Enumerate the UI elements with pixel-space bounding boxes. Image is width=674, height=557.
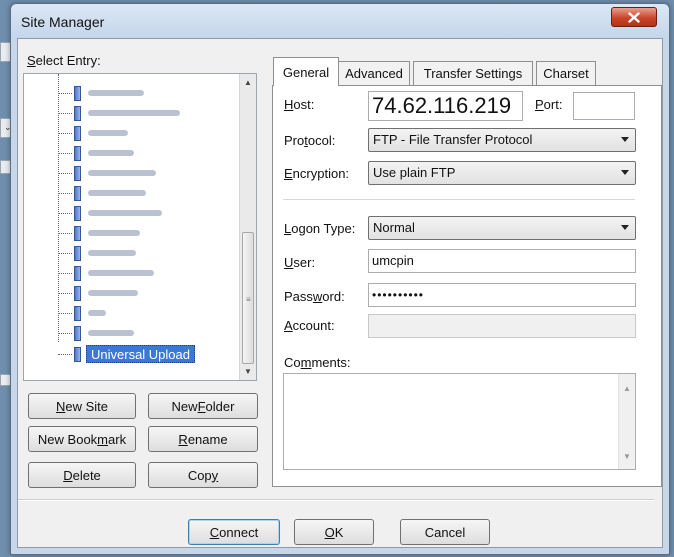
logon-type-select[interactable]: Normal [368, 216, 636, 240]
tree-item-label: Universal Upload [86, 345, 195, 363]
tab-general[interactable]: General [273, 57, 339, 86]
blurred-label [88, 230, 140, 236]
blurred-label [88, 190, 146, 196]
blurred-label [88, 150, 134, 156]
rename-button[interactable]: Rename [148, 426, 258, 452]
scroll-up-arrow-icon[interactable]: ▲ [240, 74, 256, 91]
tree-item[interactable] [52, 224, 222, 242]
encryption-select[interactable]: Use plain FTP [368, 161, 636, 185]
blurred-label [88, 110, 180, 116]
logon-type-label: Logon Type: [284, 221, 356, 236]
tree-item[interactable] [52, 304, 222, 322]
protocol-label: Protocol: [284, 133, 336, 148]
server-icon [74, 186, 81, 201]
server-icon [74, 266, 81, 281]
server-icon [74, 306, 81, 321]
tree-scrollbar[interactable]: ▲ ≡ ▼ [239, 74, 256, 380]
server-icon [74, 326, 81, 341]
scroll-down-arrow-icon[interactable]: ▼ [240, 363, 256, 380]
tab-transfer-settings[interactable]: Transfer Settings [413, 61, 533, 85]
blurred-label [88, 310, 106, 316]
copy-button[interactable]: Cop y [148, 462, 258, 488]
chevron-down-icon [621, 170, 629, 175]
delete-button[interactable]: Delete [28, 462, 136, 488]
new-site-button[interactable]: New Site [28, 393, 136, 419]
server-icon [74, 286, 81, 301]
blurred-label [88, 90, 144, 96]
bottom-separator [18, 499, 654, 501]
password-input[interactable]: •••••••••• [368, 283, 636, 307]
encryption-label: Encryption: [284, 166, 350, 181]
grip-icon: ≡ [246, 295, 251, 304]
tree-item[interactable] [52, 104, 222, 122]
account-label: Account: [284, 318, 335, 333]
tree-item[interactable] [52, 244, 222, 262]
server-icon [74, 146, 81, 161]
connect-button[interactable]: Connect [188, 519, 280, 545]
blurred-label [88, 330, 134, 336]
tab-charset[interactable]: Charset [536, 61, 596, 85]
blurred-label [88, 290, 138, 296]
tree-item[interactable] [52, 284, 222, 302]
tree-item[interactable] [52, 324, 222, 342]
scroll-down-arrow-icon[interactable]: ▼ [623, 452, 631, 461]
tree-item[interactable] [52, 164, 222, 182]
tree-item[interactable] [52, 84, 222, 102]
chevron-down-icon [621, 137, 629, 142]
user-label: User: [284, 255, 316, 270]
chevron-down-icon [621, 225, 629, 230]
tree-item[interactable] [52, 124, 222, 142]
port-label: Port: [535, 97, 563, 112]
password-label: Password: [284, 289, 345, 304]
server-icon [74, 347, 81, 362]
host-label: Host: [284, 97, 315, 112]
host-input[interactable]: 74.62.116.219 [368, 91, 523, 121]
select-entry-label: Select Entry: [27, 53, 101, 68]
comments-label: Comments: [284, 355, 351, 370]
tree-item[interactable] [52, 184, 222, 202]
blurred-label [88, 130, 128, 136]
tree-item[interactable] [52, 264, 222, 282]
port-input[interactable] [573, 92, 635, 120]
blurred-label [88, 170, 156, 176]
server-icon [74, 106, 81, 121]
tree-item-universal-upload[interactable]: Universal Upload [52, 345, 222, 363]
site-tree[interactable]: Universal Upload ▲ ≡ ▼ [23, 73, 257, 381]
new-folder-button[interactable]: New Folder [148, 393, 258, 419]
server-icon [74, 86, 81, 101]
blurred-label [88, 210, 162, 216]
separator [283, 199, 635, 201]
cancel-button[interactable]: Cancel [400, 519, 490, 545]
blurred-label [88, 270, 154, 276]
comments-scrollbar[interactable]: ▲ ▼ [618, 374, 635, 469]
scroll-thumb[interactable]: ≡ [242, 232, 254, 364]
server-icon [74, 206, 81, 221]
server-icon [74, 226, 81, 241]
ok-button[interactable]: OK [294, 519, 374, 545]
comments-textarea[interactable]: ▲ ▼ [283, 373, 636, 470]
account-input[interactable] [368, 314, 636, 338]
server-icon [74, 166, 81, 181]
tree-item[interactable] [52, 204, 222, 222]
tree-item[interactable] [52, 144, 222, 162]
scroll-up-arrow-icon[interactable]: ▲ [623, 384, 631, 393]
protocol-select[interactable]: FTP - File Transfer Protocol [368, 128, 636, 152]
server-icon [74, 246, 81, 261]
dialog-content: Select Entry: Universal Upload ▲ ≡ ▼ New… [10, 3, 670, 555]
user-input[interactable]: umcpin [368, 249, 636, 273]
blurred-label [88, 250, 136, 256]
new-bookmark-button[interactable]: New Book m ark [28, 426, 136, 452]
server-icon [74, 126, 81, 141]
tab-advanced[interactable]: Advanced [338, 61, 410, 85]
